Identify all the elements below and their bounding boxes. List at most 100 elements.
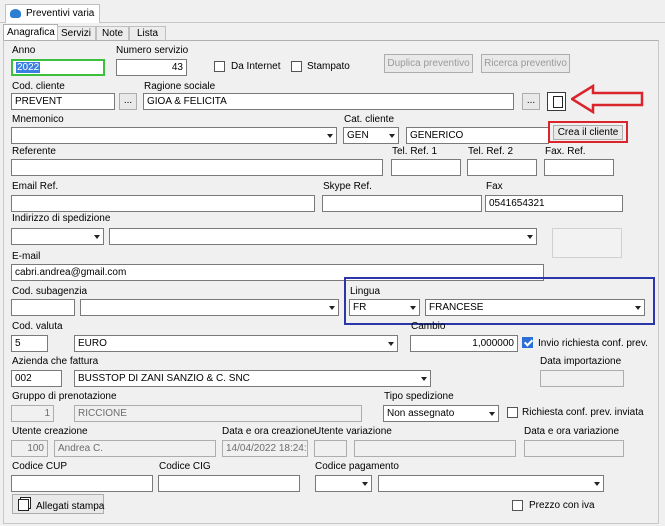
chevron-down-icon — [594, 482, 600, 486]
ragione-sociale-input[interactable]: GIOA & FELICITA — [143, 93, 514, 110]
cambio-label: Cambio — [411, 321, 446, 332]
anno-label: Anno — [12, 45, 36, 56]
stampato-label: Stampato — [307, 61, 350, 72]
numero-servizio-input[interactable]: 43 — [116, 59, 187, 76]
codice-pagamento-select[interactable] — [378, 475, 604, 492]
ricerca-preventivo-button[interactable]: Ricerca preventivo — [481, 54, 570, 73]
cod-cliente-label: Cod. cliente — [12, 81, 65, 92]
data-creazione-input: 14/04/2022 18:24: — [222, 440, 308, 457]
codice-pagamento-code-select[interactable] — [315, 475, 372, 492]
chevron-down-icon — [410, 306, 416, 310]
indirizzo-spedizione-code-select[interactable] — [11, 228, 104, 245]
lingua-code-select[interactable]: FR — [349, 299, 420, 316]
azienda-fattura-label: Azienda che fattura — [12, 356, 99, 367]
subagenzia-select[interactable] — [80, 299, 339, 316]
tel-ref-2-input[interactable] — [467, 159, 537, 176]
window-tab[interactable]: Preventivi varia — [5, 4, 100, 23]
mnemonico-label: Mnemonico — [12, 114, 64, 125]
stampato-checkbox[interactable] — [291, 61, 302, 72]
tel-ref-1-input[interactable] — [391, 159, 461, 176]
tab-servizi[interactable]: Servizi — [57, 26, 96, 41]
fax-ref-label: Fax. Ref. — [545, 146, 586, 157]
invio-richiesta-checkbox[interactable] — [522, 337, 533, 348]
tipo-spedizione-label: Tipo spedizione — [384, 391, 454, 402]
cod-valuta-label: Cod. valuta — [12, 321, 63, 332]
email-ref-label: Email Ref. — [12, 181, 59, 192]
lingua-desc-select[interactable]: FRANCESE — [425, 299, 645, 316]
codice-cup-input[interactable] — [11, 475, 153, 492]
disabled-action-button[interactable] — [552, 228, 622, 258]
cod-cliente-input[interactable]: PREVENT — [11, 93, 115, 110]
referente-label: Referente — [12, 146, 56, 157]
utente-variazione-label: Utente variazione — [314, 426, 392, 437]
cat-cliente-code-select[interactable]: GEN — [343, 127, 399, 144]
utente-creazione-code-input: 100 — [11, 440, 48, 457]
email-ref-input[interactable] — [11, 195, 315, 212]
ragione-sociale-lookup-button[interactable]: ... — [522, 93, 540, 110]
gruppo-prenotazione-label: Gruppo di prenotazione — [12, 391, 117, 402]
utente-creazione-label: Utente creazione — [12, 426, 88, 437]
gruppo-prenotazione-desc-input: RICCIONE — [74, 405, 362, 422]
data-variazione-input — [524, 440, 624, 457]
chevron-down-icon — [362, 482, 368, 486]
utente-variazione-code-input — [314, 440, 347, 457]
data-importazione-input — [540, 370, 624, 387]
cat-cliente-desc-input[interactable]: GENERICO — [406, 127, 549, 144]
annotation-red-arrow — [571, 84, 644, 114]
tel-ref-2-label: Tel. Ref. 2 — [468, 146, 514, 157]
cod-valuta-input[interactable]: 5 — [11, 335, 48, 352]
tab-note[interactable]: Note — [96, 26, 129, 41]
chevron-down-icon — [421, 377, 427, 381]
cod-cliente-lookup-button[interactable]: ... — [119, 93, 137, 110]
chevron-down-icon — [94, 235, 100, 239]
valuta-select[interactable]: EURO — [74, 335, 398, 352]
richiesta-inviata-checkbox[interactable] — [507, 407, 518, 418]
codice-pagamento-label: Codice pagamento — [315, 461, 399, 472]
referente-input[interactable] — [11, 159, 383, 176]
crea-cliente-button[interactable]: Crea il cliente — [553, 125, 623, 140]
duplica-preventivo-button[interactable]: Duplica preventivo — [384, 54, 473, 73]
da-internet-label: Da Internet — [231, 61, 281, 72]
lingua-label: Lingua — [350, 286, 381, 297]
mnemonico-select[interactable] — [11, 127, 337, 144]
print-attachments-icon — [18, 499, 29, 511]
data-variazione-label: Data e ora variazione — [524, 426, 620, 437]
chevron-down-icon — [635, 306, 641, 310]
codice-cig-input[interactable] — [158, 475, 300, 492]
app-icon — [10, 9, 21, 18]
numero-servizio-label: Numero servizio — [116, 45, 189, 56]
indirizzo-spedizione-select[interactable] — [109, 228, 537, 245]
prezzo-con-iva-checkbox[interactable] — [512, 500, 523, 511]
azienda-fattura-code-input[interactable]: 002 — [11, 370, 62, 387]
invio-richiesta-label: Invio richiesta conf. prev. — [538, 338, 648, 349]
ragione-sociale-label: Ragione sociale — [144, 81, 216, 92]
tab-anagrafica[interactable]: Anagrafica — [3, 24, 58, 41]
azienda-fattura-select[interactable]: BUSSTOP DI ZANI SANZIO & C. SNC — [74, 370, 431, 387]
chevron-down-icon — [489, 412, 495, 416]
data-creazione-label: Data e ora creazione — [222, 426, 315, 437]
new-document-button[interactable] — [547, 92, 566, 111]
window-tab-title: Preventivi varia — [26, 8, 95, 19]
indirizzo-spedizione-label: Indirizzo di spedizione — [12, 213, 111, 224]
anno-input[interactable]: 2022 — [11, 59, 105, 76]
email-label: E-mail — [12, 251, 41, 262]
fax-input[interactable]: 0541654321 — [485, 195, 623, 212]
chevron-down-icon — [327, 134, 333, 138]
skype-ref-input[interactable] — [322, 195, 482, 212]
cod-subagenzia-input[interactable] — [11, 299, 75, 316]
prezzo-con-iva-label: Prezzo con iva — [529, 500, 595, 511]
tipo-spedizione-select[interactable]: Non assegnato — [383, 405, 499, 422]
cat-cliente-label: Cat. cliente — [344, 114, 395, 125]
utente-variazione-name-input — [354, 440, 516, 457]
utente-creazione-name-input: Andrea C. — [54, 440, 216, 457]
allegati-stampa-button[interactable]: Allegati stampa — [12, 494, 104, 514]
skype-ref-label: Skype Ref. — [323, 181, 372, 192]
chevron-down-icon — [527, 235, 533, 239]
cod-subagenzia-label: Cod. subagenzia — [12, 286, 88, 297]
fax-ref-input[interactable] — [544, 159, 614, 176]
tab-lista[interactable]: Lista — [129, 26, 166, 41]
cambio-input[interactable]: 1,000000 — [410, 335, 518, 352]
da-internet-checkbox[interactable] — [214, 61, 225, 72]
document-icon — [553, 96, 563, 108]
richiesta-inviata-label: Richiesta conf. prev. inviata — [522, 407, 644, 418]
